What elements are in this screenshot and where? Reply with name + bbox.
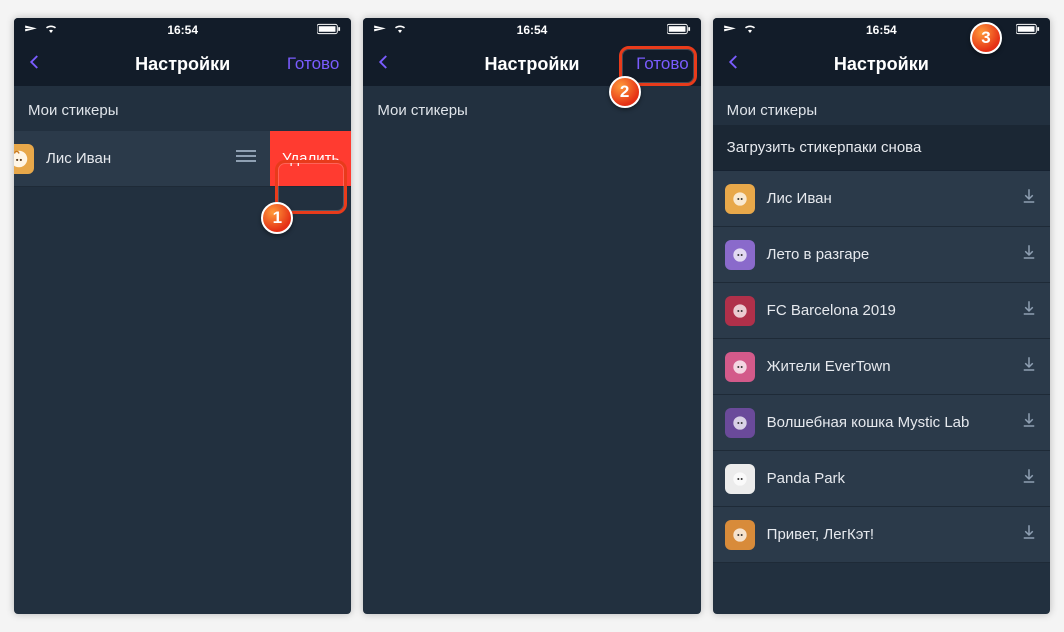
clock: 16:54 xyxy=(363,23,700,37)
sticker-row-swiped[interactable]: Лис Иван Удалить xyxy=(14,131,351,187)
sticker-pack-label: Жители EverTown xyxy=(767,358,1020,376)
sticker-pack-icon xyxy=(725,464,755,494)
sticker-pack-list: Лис Иван Лето в разгаре FC Barcelona 2019 Ж… xyxy=(713,171,1050,614)
download-icon[interactable] xyxy=(1020,467,1038,490)
delete-button[interactable]: Удалить xyxy=(270,131,351,186)
sticker-pack-label: Лис Иван xyxy=(767,190,1020,208)
sticker-pack-icon xyxy=(725,296,755,326)
section-reload-sticker-packs: Загрузить стикерпаки снова xyxy=(713,125,1050,171)
sticker-pack-label: Волшебная кошка Mystic Lab xyxy=(767,414,1020,432)
status-bar: 16:54 xyxy=(713,18,1050,42)
section-header-my-stickers: Мои стикеры xyxy=(14,86,351,131)
nav-header: Настройки Готово xyxy=(363,42,700,86)
sticker-pack-label: FC Barcelona 2019 xyxy=(767,302,1020,320)
done-button[interactable]: Готово xyxy=(287,54,340,74)
sticker-pack-icon xyxy=(725,408,755,438)
sticker-pack-icon xyxy=(14,144,34,174)
sticker-pack-label: Привет, ЛегКэт! xyxy=(767,526,1020,544)
download-icon[interactable] xyxy=(1020,243,1038,266)
clock: 16:54 xyxy=(14,23,351,37)
sticker-pack-icon xyxy=(725,352,755,382)
sticker-pack-row[interactable]: Жители EverTown xyxy=(713,339,1050,395)
sticker-pack-icon xyxy=(725,240,755,270)
sticker-pack-row[interactable]: FC Barcelona 2019 xyxy=(713,283,1050,339)
status-bar: 16:54 xyxy=(363,18,700,42)
sticker-pack-icon xyxy=(725,184,755,214)
phone-screen-3: 16:54 Настройки Мои стикеры Загрузить ст… xyxy=(713,18,1050,614)
sticker-pack-icon xyxy=(725,520,755,550)
sticker-pack-row[interactable]: Лето в разгаре xyxy=(713,227,1050,283)
clock: 16:54 xyxy=(713,23,1050,37)
download-icon[interactable] xyxy=(1020,299,1038,322)
sticker-pack-row[interactable]: Привет, ЛегКэт! xyxy=(713,507,1050,563)
done-button[interactable]: Готово xyxy=(636,54,689,74)
sticker-pack-label: Panda Park xyxy=(767,470,1020,488)
delete-label: Удалить xyxy=(282,150,339,167)
download-icon[interactable] xyxy=(1020,411,1038,434)
download-icon[interactable] xyxy=(1020,523,1038,546)
sticker-pack-label: Лето в разгаре xyxy=(767,246,1020,264)
nav-header: Настройки xyxy=(713,42,1050,86)
section-header-my-stickers: Мои стикеры xyxy=(363,86,700,131)
phone-screen-1: 16:54 Настройки Готово Мои стикеры Лис И… xyxy=(14,18,351,614)
sticker-pack-row[interactable]: Волшебная кошка Mystic Lab xyxy=(713,395,1050,451)
sticker-pack-row[interactable]: Лис Иван xyxy=(713,171,1050,227)
page-title: Настройки xyxy=(713,54,1050,75)
download-icon[interactable] xyxy=(1020,355,1038,378)
sticker-pack-row[interactable]: Panda Park xyxy=(713,451,1050,507)
status-bar: 16:54 xyxy=(14,18,351,42)
drag-handle-icon[interactable] xyxy=(222,149,270,168)
section-header-my-stickers: Мои стикеры xyxy=(713,86,1050,125)
nav-header: Настройки Готово xyxy=(14,42,351,86)
sticker-pack-label: Лис Иван xyxy=(46,150,222,168)
download-icon[interactable] xyxy=(1020,187,1038,210)
phone-screen-2: 16:54 Настройки Готово Мои стикеры 2 xyxy=(363,18,700,614)
